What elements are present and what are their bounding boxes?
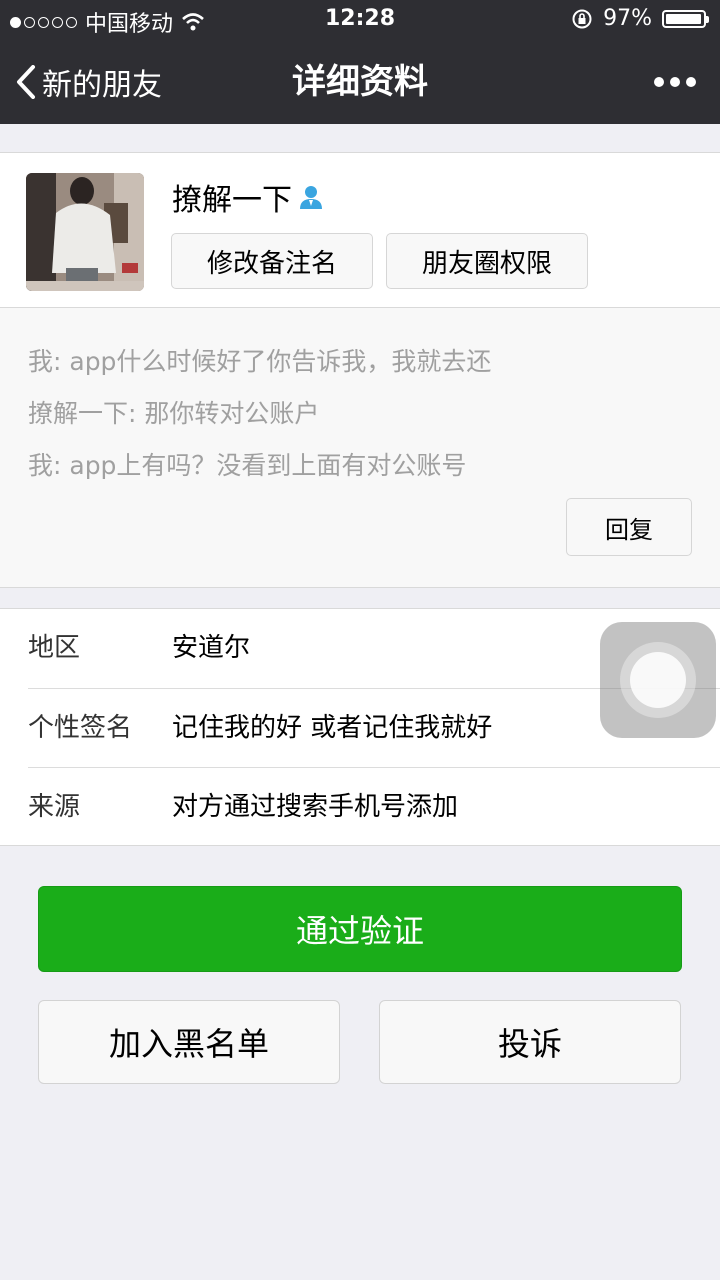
assistive-touch-button[interactable] bbox=[600, 622, 716, 738]
profile-card: 撩解一下 修改备注名 朋友圈权限 bbox=[0, 152, 720, 308]
avatar[interactable] bbox=[26, 173, 144, 291]
report-button[interactable]: 投诉 bbox=[379, 1000, 681, 1084]
verify-button[interactable]: 通过验证 bbox=[38, 886, 682, 972]
page-title: 详细资料 bbox=[292, 62, 428, 102]
moments-permission-button[interactable]: 朋友圈权限 bbox=[386, 233, 588, 289]
signature-value: 记住我的好 或者记住我就好 bbox=[172, 713, 493, 743]
status-right: 97% bbox=[571, 6, 709, 31]
reply-button[interactable]: 回复 bbox=[566, 498, 692, 556]
battery-icon bbox=[662, 9, 709, 28]
region-label: 地区 bbox=[28, 633, 81, 663]
source-label: 来源 bbox=[28, 792, 81, 822]
message-line: 我: app什么时候好了你告诉我，我就去还 bbox=[28, 347, 492, 376]
rotation-lock-icon bbox=[572, 9, 592, 28]
message-line: 我: app上有吗？没看到上面有对公账号 bbox=[28, 451, 467, 480]
source-value: 对方通过搜索手机号添加 bbox=[172, 792, 459, 822]
message-line: 撩解一下: 那你转对公账户 bbox=[28, 399, 320, 428]
battery-percent: 97% bbox=[603, 6, 652, 31]
status-bar: 中国移动 12:28 97% bbox=[0, 0, 720, 40]
more-icon[interactable] bbox=[654, 40, 696, 124]
nav-bar: 新的朋友 详细资料 bbox=[0, 40, 720, 124]
region-value: 安道尔 bbox=[172, 633, 251, 663]
edit-remark-button[interactable]: 修改备注名 bbox=[171, 233, 373, 289]
info-row-source: 来源 对方通过搜索手机号添加 bbox=[0, 768, 720, 847]
contact-person-icon bbox=[300, 186, 322, 209]
blacklist-button[interactable]: 加入黑名单 bbox=[38, 1000, 340, 1084]
profile-name: 撩解一下 bbox=[172, 183, 292, 218]
profile-name-row: 撩解一下 bbox=[172, 175, 324, 219]
signature-label: 个性签名 bbox=[28, 713, 133, 743]
verification-messages: 我: app什么时候好了你告诉我，我就去还 撩解一下: 那你转对公账户 我: a… bbox=[0, 308, 720, 588]
